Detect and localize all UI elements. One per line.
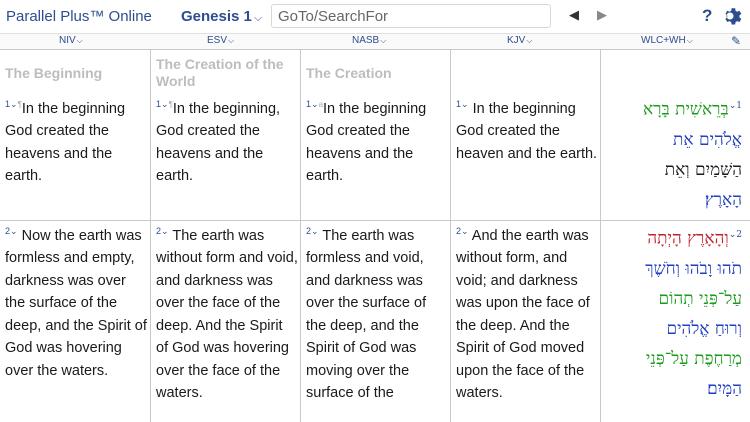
gear-icon[interactable]: [722, 4, 746, 28]
verse-2[interactable]: 2⌄ And the earth was without form, and v…: [456, 220, 598, 405]
version-selector-niv[interactable]: NIV⌵: [59, 35, 83, 46]
verse-1[interactable]: 1⌄¶In the beginning, God created the hea…: [156, 93, 298, 188]
book-chapter-selector[interactable]: Genesis 1 ⌵: [181, 8, 262, 25]
pencil-icon[interactable]: ✎: [731, 34, 741, 48]
help-button[interactable]: ?: [702, 6, 712, 26]
verse-number[interactable]: 1⌄: [5, 99, 18, 109]
search-input[interactable]: [271, 4, 551, 28]
verse-divider: [0, 220, 750, 221]
version-selector-wlc-wh[interactable]: WLC+WH⌵: [641, 35, 693, 46]
verse-1[interactable]: 1⌄¶In the beginning God created the heav…: [5, 93, 148, 188]
chevron-down-icon: ⌵: [526, 36, 533, 45]
chevron-down-icon: ⌵: [228, 36, 235, 45]
verse-number[interactable]: 2⌄: [306, 226, 319, 236]
previous-chapter-icon[interactable]: ◀: [569, 7, 579, 23]
hebrew-verse-2[interactable]: 2⌄וְהָאָרֶץ הָיְתָה תֹהוּ וָבֹהוּ וְחֹשֶ…: [645, 220, 742, 404]
verse-number[interactable]: 1⌄: [456, 99, 469, 109]
top-toolbar: Parallel Plus™ Online Genesis 1⌵ ◀ ▶ ?: [0, 0, 750, 33]
verse-number[interactable]: 1⌄: [306, 99, 319, 109]
book-chapter-label: Genesis 1: [181, 8, 252, 25]
section-heading: The Creation: [306, 65, 392, 81]
verse-number[interactable]: 2⌄: [156, 226, 169, 236]
verse-2[interactable]: 2⌄ The earth was without form and void, …: [156, 220, 298, 405]
column-nasb: The Creation 1⌄aIn the beginning God cre…: [301, 49, 451, 422]
app-title[interactable]: Parallel Plus™ Online: [6, 8, 152, 25]
verse-number[interactable]: 2⌄: [729, 230, 742, 240]
hebrew-verse-1[interactable]: 1⌄בְּרֵאשִׁית בָּרָא אֱלֹהִים אֵת הַשָּׁ…: [643, 91, 742, 215]
chevron-down-icon: ⌵: [76, 36, 83, 45]
verse-2[interactable]: 2⌄ Now the earth was formless and empty,…: [5, 220, 148, 382]
version-selector-nasb[interactable]: NASB⌵: [352, 35, 386, 46]
column-hebrew: 1⌄בְּרֵאשִׁית בָּרָא אֱלֹהִים אֵת הַשָּׁ…: [601, 49, 750, 422]
chevron-down-icon: ⌵: [380, 36, 387, 45]
verse-1[interactable]: 1⌄aIn the beginning God created the heav…: [306, 93, 448, 188]
verse-number[interactable]: 2⌄: [5, 226, 18, 236]
verse-number[interactable]: 2⌄: [456, 226, 469, 236]
verse-number[interactable]: 1⌄: [156, 99, 169, 109]
section-heading: The Creation of the World: [156, 56, 284, 89]
verse-1[interactable]: 1⌄ In the beginning God created the heav…: [456, 93, 598, 165]
verse-number[interactable]: 1⌄: [729, 101, 742, 111]
verse-2[interactable]: 2⌄ The earth was formless and void, and …: [306, 220, 448, 405]
column-esv: The Creation of the World 1⌄¶In the begi…: [151, 49, 301, 422]
version-selector-esv[interactable]: ESV⌵: [207, 35, 234, 46]
version-selector-kjv[interactable]: KJV⌵: [507, 35, 532, 46]
version-bar: NIV⌵ ESV⌵ NASB⌵ KJV⌵ WLC+WH⌵ ✎: [0, 33, 750, 50]
next-chapter-icon[interactable]: ▶: [597, 7, 607, 23]
column-kjv: 1⌄ In the beginning God created the heav…: [451, 49, 601, 422]
column-niv: The Beginning 1⌄¶In the beginning God cr…: [0, 49, 151, 422]
chevron-down-icon: ⌵: [686, 36, 693, 45]
chevron-down-icon: ⌵: [253, 12, 263, 24]
section-heading: The Beginning: [5, 65, 103, 81]
